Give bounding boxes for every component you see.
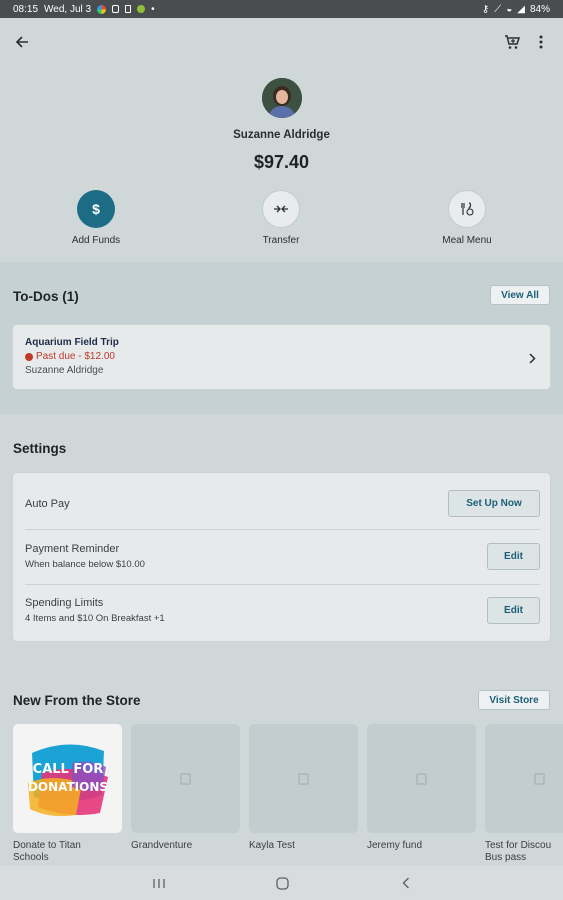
todo-card-aquarium[interactable]: Aquarium Field Trip Past due - $12.00 Su… <box>12 324 551 390</box>
recent-apps-icon[interactable] <box>148 874 170 892</box>
account-balance: $97.40 <box>253 152 310 172</box>
wifi-icon: ◒ <box>506 3 513 15</box>
store-item-bus-pass[interactable] <box>485 724 563 833</box>
cell-signal-icon: ◢ <box>517 3 525 15</box>
store-item-label: Jeremy fund <box>367 840 423 851</box>
shopping-bag-icon <box>180 772 191 785</box>
more-vert-icon[interactable] <box>531 30 551 54</box>
svg-text:DONATIONS: DONATIONS <box>27 780 107 794</box>
spending-limits-label: Spending Limits <box>25 597 104 609</box>
store-item-jeremy-fund[interactable] <box>367 724 476 833</box>
back-nav-icon[interactable] <box>395 874 417 892</box>
visit-store-button[interactable]: Visit Store <box>478 690 550 710</box>
view-all-button[interactable]: View All <box>490 285 550 305</box>
back-arrow-icon[interactable] <box>10 30 34 54</box>
shopping-bag-icon <box>298 772 309 785</box>
payment-reminder-label: Payment Reminder <box>25 543 120 555</box>
transfer-label: Transfer <box>262 235 300 246</box>
store-item-kayla-test[interactable] <box>249 724 358 833</box>
top-nav <box>0 18 563 66</box>
transfer-button[interactable]: Transfer <box>221 190 341 246</box>
battery-level: 84% <box>529 3 550 15</box>
notification-icon <box>112 5 120 13</box>
no-signal-icon: ⟋ <box>494 3 502 15</box>
sim-icon <box>125 5 132 13</box>
todo-person: Suzanne Aldridge <box>25 365 104 376</box>
chevron-right-icon <box>529 351 536 369</box>
todos-section: To-Dos (1) View All Aquarium Field Trip … <box>0 262 563 414</box>
meal-menu-icon <box>448 190 486 228</box>
todo-status-text: Past due - $12.00 <box>36 351 115 362</box>
spending-limits-row: Spending Limits 4 Items and $10 On Break… <box>13 585 552 641</box>
system-nav-bar <box>0 866 563 900</box>
add-funds-button[interactable]: $ Add Funds <box>36 190 156 246</box>
cart-icon[interactable] <box>500 30 524 54</box>
status-bar: 08:15 Wed, Jul 3 • ⚷ ⟋ ◒ ◢ 84% <box>0 0 563 18</box>
google-photos-icon <box>97 4 107 14</box>
payment-reminder-sub: When balance below $10.00 <box>25 559 145 570</box>
call-for-donations-image: CALL FOR DONATIONS <box>27 743 108 816</box>
payment-reminder-row: Payment Reminder When balance below $10.… <box>13 530 552 584</box>
status-time: 08:15 <box>13 3 39 15</box>
store-item-label: Test for Discou Bus pass <box>485 840 552 863</box>
set-up-now-button[interactable]: Set Up Now <box>448 490 540 517</box>
android-icon <box>137 5 146 13</box>
alert-icon <box>25 352 33 361</box>
store-item-donate[interactable]: CALL FOR DONATIONS <box>13 724 122 833</box>
avatar[interactable] <box>261 78 302 118</box>
spending-limits-sub: 4 Items and $10 On Breakfast +1 <box>25 613 165 624</box>
status-date: Wed, Jul 3 <box>44 3 92 15</box>
todo-title: Aquarium Field Trip <box>25 337 119 348</box>
home-icon[interactable] <box>271 874 293 892</box>
edit-payment-reminder-button[interactable]: Edit <box>487 543 540 570</box>
settings-card: Auto Pay Set Up Now Payment Reminder Whe… <box>12 472 551 642</box>
key-icon: ⚷ <box>481 3 490 15</box>
meal-menu-label: Meal Menu <box>442 235 492 246</box>
student-name: Suzanne Aldridge <box>233 129 330 141</box>
add-funds-label: Add Funds <box>71 235 121 246</box>
store-item-label: Grandventure <box>131 840 193 851</box>
edit-spending-limits-button[interactable]: Edit <box>487 597 540 624</box>
todo-status: Past due - $12.00 <box>25 351 115 362</box>
shopping-bag-icon <box>416 772 427 785</box>
profile-header: Suzanne Aldridge $97.40 <box>0 78 563 173</box>
store-item-grandventure[interactable] <box>131 724 240 833</box>
store-title: New From the Store <box>13 693 141 708</box>
settings-title: Settings <box>13 441 67 456</box>
store-item-label: Kayla Test <box>249 840 295 851</box>
meal-menu-button[interactable]: Meal Menu <box>407 190 527 246</box>
auto-pay-label: Auto Pay <box>25 498 70 510</box>
svg-text:CALL FOR: CALL FOR <box>32 762 103 777</box>
todos-title: To-Dos (1) <box>13 289 79 304</box>
store-item-label: Donate to Titan Schools <box>13 840 81 863</box>
dollar-icon: $ <box>77 190 115 228</box>
shopping-bag-icon <box>533 772 545 785</box>
more-notifications-icon: • <box>151 3 155 15</box>
transfer-icon <box>262 190 300 228</box>
auto-pay-row: Auto Pay Set Up Now <box>13 473 552 529</box>
quick-actions: $ Add Funds Transfer Meal Menu <box>0 190 563 250</box>
